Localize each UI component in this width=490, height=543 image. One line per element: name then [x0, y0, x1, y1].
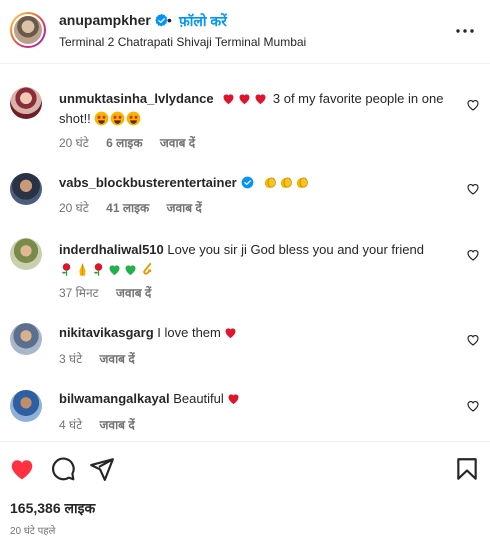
- star-struck-icon: [111, 111, 125, 126]
- comment-time[interactable]: 3 घंटे: [59, 352, 82, 366]
- separator-dot: •: [167, 12, 172, 28]
- comment-time[interactable]: 20 घंटे: [59, 136, 89, 150]
- posted-time[interactable]: 20 घंटे पहले: [10, 523, 55, 537]
- red-heart-icon: [239, 94, 250, 105]
- comment-emoji-group: [263, 175, 311, 190]
- comment-body: nikitavikasgarg I love them: [59, 323, 454, 343]
- comment-icon[interactable]: [50, 456, 76, 482]
- profile-avatar-icon[interactable]: [10, 12, 46, 48]
- verified-badge-icon: [155, 14, 168, 27]
- comment-emoji-group: [94, 111, 142, 126]
- comment-text: I love them: [157, 325, 221, 340]
- like-comment-icon[interactable]: [466, 248, 480, 262]
- comment-meta: 37 मिनट जवाब दें: [59, 284, 165, 301]
- comment-username[interactable]: vabs_blockbusterentertainer: [59, 175, 237, 190]
- comment-body: unmuktasinha_lvlydance 3 of my favorite …: [59, 89, 454, 129]
- commenter-avatar[interactable]: [10, 238, 42, 270]
- post-author-username[interactable]: anupampkher: [59, 12, 151, 28]
- comment-text: Love you sir ji God bless you and your f…: [167, 242, 424, 257]
- like-comment-icon[interactable]: [466, 98, 480, 112]
- verified-badge-icon: [241, 176, 254, 189]
- like-comment-icon[interactable]: [466, 399, 480, 413]
- reply-button[interactable]: जवाब दें: [100, 352, 135, 366]
- folded-hands-icon: [79, 263, 86, 276]
- saxophone-icon: [143, 262, 152, 275]
- post-location[interactable]: Terminal 2 Chatrapati Shivaji Terminal M…: [59, 35, 306, 49]
- follow-button[interactable]: फ़ॉलो करें: [179, 12, 227, 31]
- commenter-avatar[interactable]: [10, 87, 42, 119]
- reply-button[interactable]: जवाब दें: [167, 201, 202, 215]
- heart-filled-icon[interactable]: [9, 456, 35, 482]
- comment-time[interactable]: 37 मिनट: [59, 286, 99, 300]
- comment-username[interactable]: inderdhaliwal510: [59, 242, 164, 257]
- reply-button[interactable]: जवाब दें: [100, 418, 135, 432]
- rose-icon: [62, 263, 71, 276]
- comment-time[interactable]: 20 घंटे: [59, 201, 89, 215]
- star-struck-icon: [127, 111, 141, 126]
- reply-button[interactable]: जवाब दें: [160, 136, 195, 150]
- share-icon[interactable]: [89, 456, 115, 482]
- clapping-hands-icon: [297, 177, 309, 189]
- comment-meta: 3 घंटे जवाब दें: [59, 350, 149, 367]
- post-header: anupampkher • फ़ॉलो करें Terminal 2 Chat…: [0, 0, 490, 64]
- clapping-hands-icon: [281, 177, 293, 189]
- clapping-hands-icon: [265, 177, 277, 189]
- red-heart-icon: [225, 328, 236, 339]
- green-heart-icon: [125, 265, 136, 276]
- reply-button[interactable]: जवाब दें: [116, 286, 151, 300]
- star-struck-icon: [95, 111, 109, 126]
- comment-username[interactable]: nikitavikasgarg: [59, 325, 154, 340]
- red-heart-icon: [255, 94, 266, 105]
- comment-username[interactable]: unmuktasinha_lvlydance: [59, 91, 214, 106]
- rose-icon: [94, 263, 103, 276]
- bookmark-icon[interactable]: [454, 456, 480, 482]
- red-heart-icon: [223, 94, 234, 105]
- likes-count[interactable]: 165,386 लाइक: [10, 499, 95, 518]
- comment-meta: 20 घंटे 41 लाइक जवाब दें: [59, 199, 216, 216]
- commenter-avatar[interactable]: [10, 390, 42, 422]
- comment-username[interactable]: bilwamangalkayal: [59, 391, 170, 406]
- comment-time[interactable]: 4 घंटे: [59, 418, 82, 432]
- comment-meta: 4 घंटे जवाब दें: [59, 416, 149, 433]
- comment-emoji-group: [59, 262, 155, 277]
- like-comment-icon[interactable]: [466, 182, 480, 196]
- comment-meta: 20 घंटे 6 लाइक जवाब दें: [59, 134, 209, 151]
- comment-body: vabs_blockbusterentertainer: [59, 173, 454, 193]
- comment-likes[interactable]: 6 लाइक: [106, 136, 142, 150]
- more-options-icon[interactable]: [455, 23, 475, 39]
- comment-body: inderdhaliwal510 Love you sir ji God ble…: [59, 240, 454, 280]
- comment-likes[interactable]: 41 लाइक: [106, 201, 149, 215]
- like-comment-icon[interactable]: [466, 333, 480, 347]
- post-author[interactable]: anupampkher: [59, 12, 168, 28]
- comments-list[interactable]: unmuktasinha_lvlydance 3 of my favorite …: [0, 65, 490, 441]
- comment-body: bilwamangalkayal Beautiful: [59, 389, 454, 409]
- red-heart-icon: [228, 394, 239, 405]
- commenter-avatar[interactable]: [10, 323, 42, 355]
- green-heart-icon: [109, 265, 120, 276]
- comment-text: Beautiful: [173, 391, 224, 406]
- comment-emoji-group: [221, 91, 273, 106]
- commenter-avatar[interactable]: [10, 173, 42, 205]
- post-actions: 165,386 लाइक 20 घंटे पहले: [0, 441, 490, 543]
